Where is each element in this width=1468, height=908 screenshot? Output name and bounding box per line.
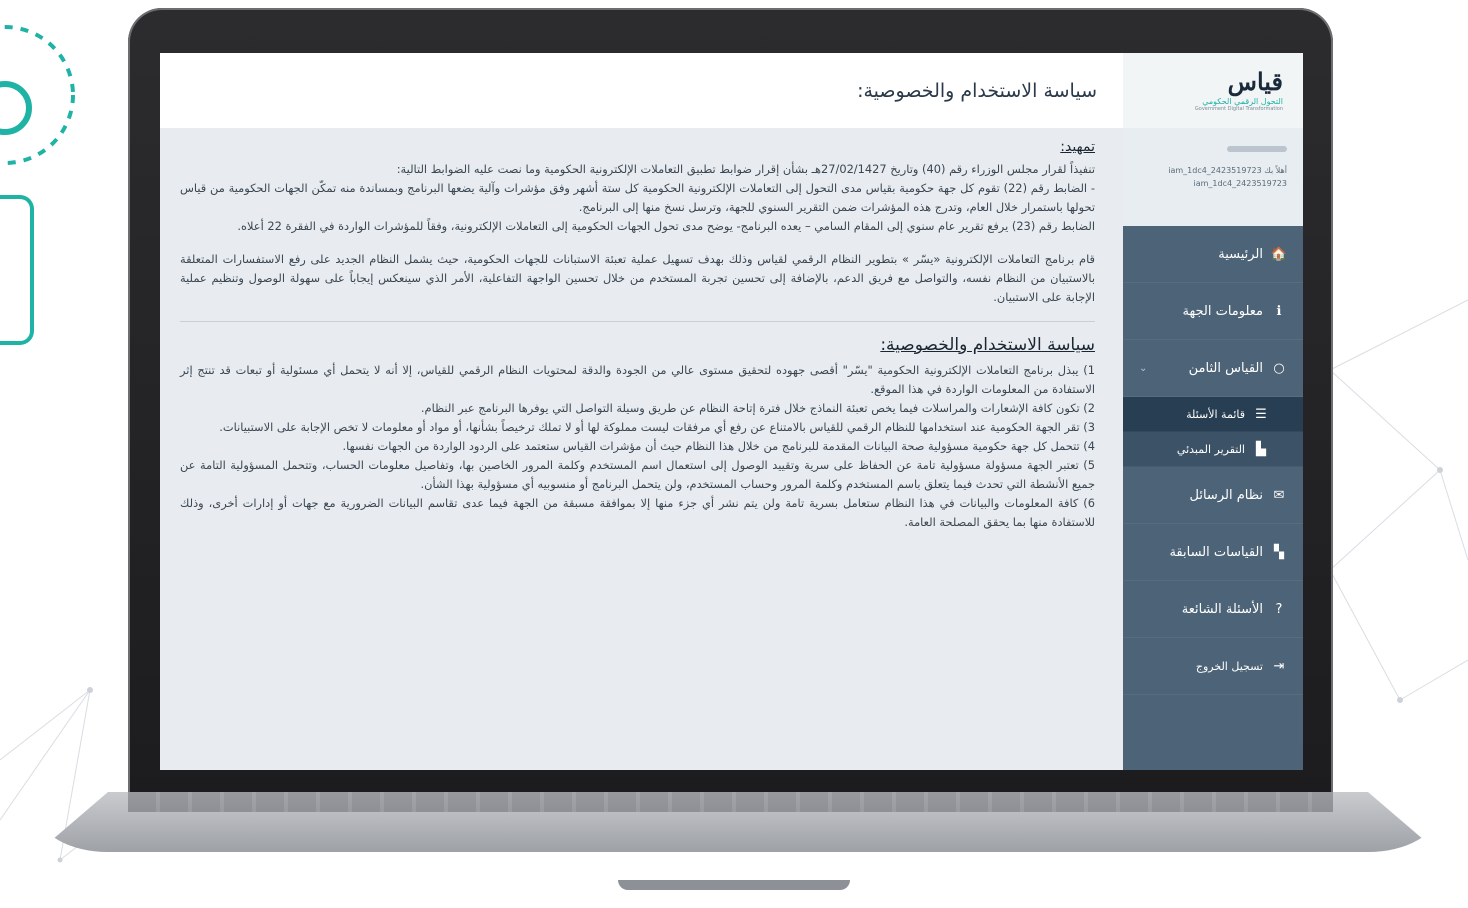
decorative-dotted-ring <box>0 25 75 165</box>
sidebar-menu: 🏠 الرئيسية ℹ معلومات الجهة ○ القياس الثا… <box>1123 226 1303 695</box>
sidebar-item-eighth-measurement[interactable]: ○ القياس الثامن ⌄ <box>1123 340 1303 397</box>
intro-paragraph: - الضابط رقم (22) تقوم كل جهة حكومية بقي… <box>180 181 1095 214</box>
sidebar-item-label: نظام الرسائل <box>1189 487 1264 503</box>
intro-paragraph: الضابط رقم (23) يرفع تقرير عام سنوي إلى … <box>237 219 1095 233</box>
logo-title: قياس <box>1227 67 1283 96</box>
laptop-notch <box>618 880 850 890</box>
intro-paragraph: تنفيذاً لقرار مجلس الوزراء رقم (40) وتار… <box>396 162 1095 176</box>
policy-item: 6) كافة المعلومات والبيانات في هذا النظا… <box>180 496 1095 529</box>
policy-item: 4) تتحمل كل جهة حكومية مسؤولية صحة البيا… <box>342 439 1096 453</box>
logo[interactable]: قياس التحول الرقمي الحكومي Government Di… <box>1123 53 1303 128</box>
decorative-tab <box>0 195 34 345</box>
sidebar-subitem-questions-list[interactable]: ☰ قائمة الأسئلة <box>1123 397 1303 432</box>
question-icon: ? <box>1275 601 1283 617</box>
area-chart-icon: ▚ <box>1274 544 1284 560</box>
home-icon: 🏠 <box>1270 246 1287 262</box>
user-avatar-blur <box>1227 146 1287 152</box>
policy-scroll-area[interactable]: تمهيد: تنفيذاً لقرار مجلس الوزراء رقم (4… <box>160 128 1123 532</box>
sidebar-item-messages[interactable]: ✉ نظام الرسائل <box>1123 467 1303 524</box>
sidebar-item-label: قائمة الأسئلة <box>1186 407 1245 421</box>
sidebar-item-label: الأسئلة الشائعة <box>1181 601 1263 617</box>
user-greeting: أهلاً بك iam_1dc4_2423519723 <box>1168 166 1287 175</box>
user-username: iam_1dc4_2423519723 <box>1193 179 1287 188</box>
circle-icon: ○ <box>1273 360 1285 376</box>
intro-title: تمهيد: <box>1060 139 1095 155</box>
sidebar-item-label: تسجيل الخروج <box>1195 659 1263 673</box>
user-panel: أهلاً بك iam_1dc4_2423519723 iam_1dc4_24… <box>1123 128 1303 226</box>
policy-title: سياسة الاستخدام والخصوصية: <box>880 335 1095 355</box>
sidebar-item-logout[interactable]: ⇥ تسجيل الخروج <box>1123 638 1303 695</box>
sidebar-item-label: القياس الثامن <box>1188 360 1263 376</box>
page-title: سياسة الاستخدام والخصوصية: <box>160 53 1123 128</box>
logo-subtitle: التحول الرقمي الحكومي <box>1202 97 1283 106</box>
sidebar-item-entity-info[interactable]: ℹ معلومات الجهة <box>1123 283 1303 340</box>
sidebar-item-label: الرئيسية <box>1218 246 1263 262</box>
sidebar-subitem-initial-report[interactable]: ▙ التقرير المبدئي <box>1123 432 1303 467</box>
logo-subtitle-en: Government Digital Transformation <box>1194 106 1283 112</box>
sidebar-item-faq[interactable]: ? الأسئلة الشائعة <box>1123 581 1303 638</box>
main-content: سياسة الاستخدام والخصوصية: تمهيد: تنفيذا… <box>160 53 1123 770</box>
sidebar: قياس التحول الرقمي الحكومي Government Di… <box>1123 53 1303 770</box>
info-icon: ℹ <box>1276 303 1282 319</box>
sidebar-item-label: التقرير المبدئي <box>1176 442 1245 456</box>
envelope-icon: ✉ <box>1273 487 1285 503</box>
sidebar-item-home[interactable]: 🏠 الرئيسية <box>1123 226 1303 283</box>
policy-item: 2) تكون كافة الإشعارات والمراسلات فيما ي… <box>420 401 1095 415</box>
list-icon: ☰ <box>1255 406 1267 422</box>
sidebar-item-label: القياسات السابقة <box>1169 544 1263 560</box>
laptop-keyboard <box>128 792 1333 812</box>
sidebar-item-label: معلومات الجهة <box>1182 303 1263 319</box>
chart-icon: ▙ <box>1256 441 1266 457</box>
program-paragraph: قام برنامج التعاملات الإلكترونية «يسّر »… <box>180 252 1095 304</box>
policy-item: 1) يبذل برنامج التعاملات الإلكترونية الح… <box>180 363 1095 396</box>
divider <box>180 321 1095 322</box>
laptop-screen: قياس التحول الرقمي الحكومي Government Di… <box>160 53 1303 770</box>
chevron-down-icon: ⌄ <box>1139 362 1148 374</box>
sidebar-item-previous-measurements[interactable]: ▚ القياسات السابقة <box>1123 524 1303 581</box>
logout-icon: ⇥ <box>1273 658 1285 674</box>
policy-item: 3) تقر الجهة الحكومية عند استخدامها للنظ… <box>219 420 1095 434</box>
policy-item: 5) تعتبر الجهة مسؤولة مسؤولية تامة عن ال… <box>180 458 1095 491</box>
